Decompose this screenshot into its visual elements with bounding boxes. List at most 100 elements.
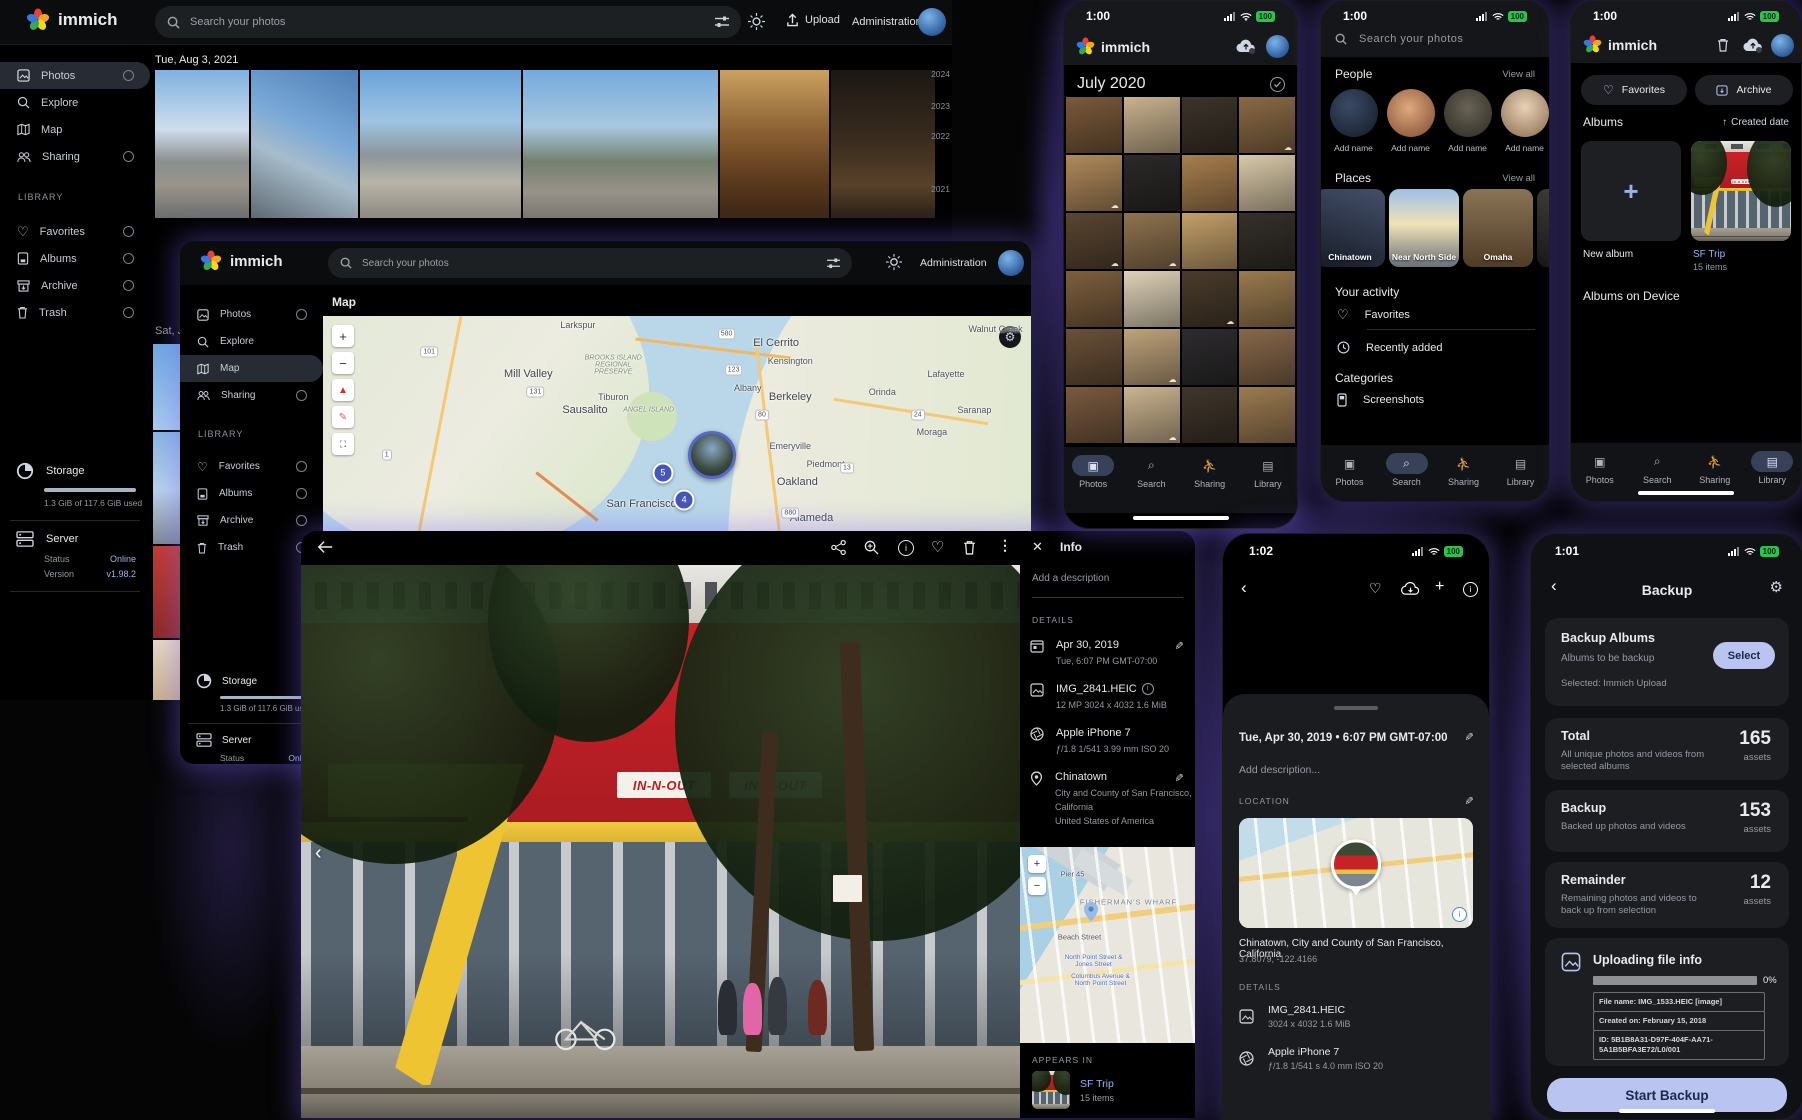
- nav-search[interactable]: ⌕Search: [1381, 453, 1433, 487]
- add-name-label[interactable]: Add name: [1334, 143, 1373, 153]
- person-item[interactable]: Add name: [1500, 89, 1549, 153]
- photo-tile[interactable]: [831, 70, 935, 218]
- sidebar-item-map[interactable]: Map: [0, 116, 150, 143]
- photo-tile[interactable]: [1182, 329, 1238, 385]
- sidebar-item-sharing[interactable]: Sharing: [0, 143, 150, 170]
- photo-tile[interactable]: [1239, 155, 1295, 211]
- album-name[interactable]: SF Trip: [1693, 249, 1725, 260]
- sidebar-item-map[interactable]: Map: [180, 355, 323, 382]
- nav-library[interactable]: ▤Library: [1746, 451, 1798, 485]
- user-avatar[interactable]: [1266, 35, 1289, 58]
- user-avatar[interactable]: [998, 250, 1024, 276]
- zoom-icon[interactable]: [864, 540, 879, 555]
- photo-tile[interactable]: [251, 70, 358, 218]
- select-albums-button[interactable]: Select: [1713, 642, 1775, 669]
- photo-tile[interactable]: ☁: [1239, 97, 1295, 153]
- favorites-button[interactable]: ♡ Favorites: [1581, 75, 1687, 105]
- photo-tile[interactable]: [153, 432, 180, 544]
- location-map[interactable]: i: [1239, 818, 1473, 928]
- favorite-heart-icon[interactable]: ♡: [1369, 580, 1382, 597]
- trash-icon[interactable]: [1717, 38, 1729, 52]
- photo-tile[interactable]: [1066, 387, 1122, 443]
- edit-date-icon[interactable]: ✎: [1462, 732, 1475, 741]
- photo-tile[interactable]: ☁: [1124, 213, 1180, 269]
- previous-photo-chevron[interactable]: ‹: [315, 842, 322, 865]
- nav-sharing[interactable]: ⛹Sharing: [1438, 453, 1490, 487]
- archive-button[interactable]: Archive: [1695, 75, 1793, 105]
- photo-tile[interactable]: [1124, 97, 1180, 153]
- sidebar-item-favorites[interactable]: ♡ Favorites: [0, 218, 150, 245]
- photo-tile[interactable]: [1182, 97, 1238, 153]
- photo-tile[interactable]: [523, 70, 718, 218]
- zoom-out-button[interactable]: −: [332, 352, 354, 374]
- select-all-icon[interactable]: [1270, 77, 1285, 92]
- back-chevron-icon[interactable]: ‹: [1241, 578, 1247, 598]
- nav-sharing[interactable]: ⛹Sharing: [1184, 455, 1236, 489]
- search-input[interactable]: Search your photos: [1335, 33, 1463, 45]
- search-input[interactable]: Search your photos: [155, 6, 741, 38]
- place-tile[interactable]: Pi: [1537, 189, 1550, 267]
- home-indicator[interactable]: [1619, 1109, 1715, 1113]
- nav-photos[interactable]: ▣Photos: [1574, 451, 1626, 485]
- home-indicator[interactable]: [1133, 516, 1229, 520]
- map-cluster-marker[interactable]: 5: [652, 462, 673, 483]
- place-tile[interactable]: Near North Side: [1389, 189, 1459, 267]
- back-arrow-icon[interactable]: [317, 540, 333, 554]
- photo-tile[interactable]: [153, 640, 180, 700]
- theme-toggle-button[interactable]: [886, 254, 902, 275]
- more-menu-icon[interactable]: ⋮: [998, 537, 1012, 554]
- sidebar-item-sharing[interactable]: Sharing: [180, 382, 323, 409]
- sidebar-item-archive[interactable]: Archive: [180, 507, 323, 534]
- filter-sliders-icon[interactable]: [715, 16, 729, 28]
- immich-logo[interactable]: immich: [26, 8, 118, 32]
- photo-tile[interactable]: [360, 70, 521, 218]
- photo-tile[interactable]: [1124, 271, 1180, 327]
- add-description-field[interactable]: Add a description: [1032, 573, 1109, 584]
- new-album-tile[interactable]: +: [1581, 141, 1681, 241]
- recently-added-row[interactable]: Recently added: [1337, 341, 1442, 354]
- sidebar-item-explore[interactable]: Explore: [180, 328, 323, 355]
- photo-tile[interactable]: ☁: [1182, 271, 1238, 327]
- minimap-zoom-out[interactable]: −: [1028, 877, 1046, 895]
- compass-button[interactable]: ▲: [332, 379, 354, 401]
- sidebar-item-archive[interactable]: Archive: [0, 272, 150, 299]
- photo-tile[interactable]: [1182, 155, 1238, 211]
- edit-date-icon[interactable]: ✎: [1172, 641, 1185, 650]
- photo-in-n-out[interactable]: IN-N-OUT IN-N-OUT ‹: [301, 565, 1020, 1118]
- theme-toggle-button[interactable]: [748, 13, 765, 35]
- nav-sharing[interactable]: ⛹Sharing: [1689, 451, 1741, 485]
- administration-button[interactable]: Administration: [920, 257, 987, 269]
- person-item[interactable]: Add name: [1386, 89, 1435, 153]
- user-avatar[interactable]: [1771, 34, 1794, 57]
- album-sort-button[interactable]: ↑Created date: [1722, 117, 1789, 128]
- photo-map-marker[interactable]: [1331, 839, 1381, 895]
- add-description-field[interactable]: Add description...: [1239, 764, 1320, 776]
- album-tile-sf-trip[interactable]: IN-N-OUT: [1691, 141, 1791, 241]
- photo-tile[interactable]: ☁: [1124, 329, 1180, 385]
- drag-handle[interactable]: [1334, 706, 1378, 710]
- screenshots-row[interactable]: Screenshots: [1337, 393, 1424, 407]
- home-indicator[interactable]: [1638, 491, 1734, 495]
- search-input[interactable]: Search your photos: [328, 248, 852, 278]
- upload-button[interactable]: Upload: [786, 13, 840, 27]
- photo-tile[interactable]: [155, 70, 249, 218]
- map-cluster-marker[interactable]: 4: [674, 489, 695, 510]
- cloud-sync-icon[interactable]: [1743, 38, 1763, 53]
- sidebar-item-explore[interactable]: Explore: [0, 89, 150, 116]
- photo-tile[interactable]: [1239, 213, 1295, 269]
- places-view-all-link[interactable]: View all: [1502, 173, 1535, 184]
- administration-button[interactable]: Administration: [852, 16, 922, 28]
- photo-tile[interactable]: [153, 546, 180, 638]
- photo-tile[interactable]: [1239, 387, 1295, 443]
- sidebar-item-albums[interactable]: Albums: [0, 245, 150, 272]
- person-item[interactable]: Add name: [1329, 89, 1378, 153]
- photo-tile[interactable]: [1066, 329, 1122, 385]
- photo-tile[interactable]: ☁: [1124, 387, 1180, 443]
- info-icon[interactable]: i: [898, 540, 914, 556]
- draw-button[interactable]: ✎: [332, 406, 354, 428]
- nav-search[interactable]: ⌕Search: [1631, 451, 1683, 485]
- add-to-icon[interactable]: +: [1435, 578, 1444, 596]
- photo-tile[interactable]: ☁: [1066, 155, 1122, 211]
- map-attribution-info-icon[interactable]: i: [1452, 907, 1467, 922]
- people-view-all-link[interactable]: View all: [1502, 69, 1535, 80]
